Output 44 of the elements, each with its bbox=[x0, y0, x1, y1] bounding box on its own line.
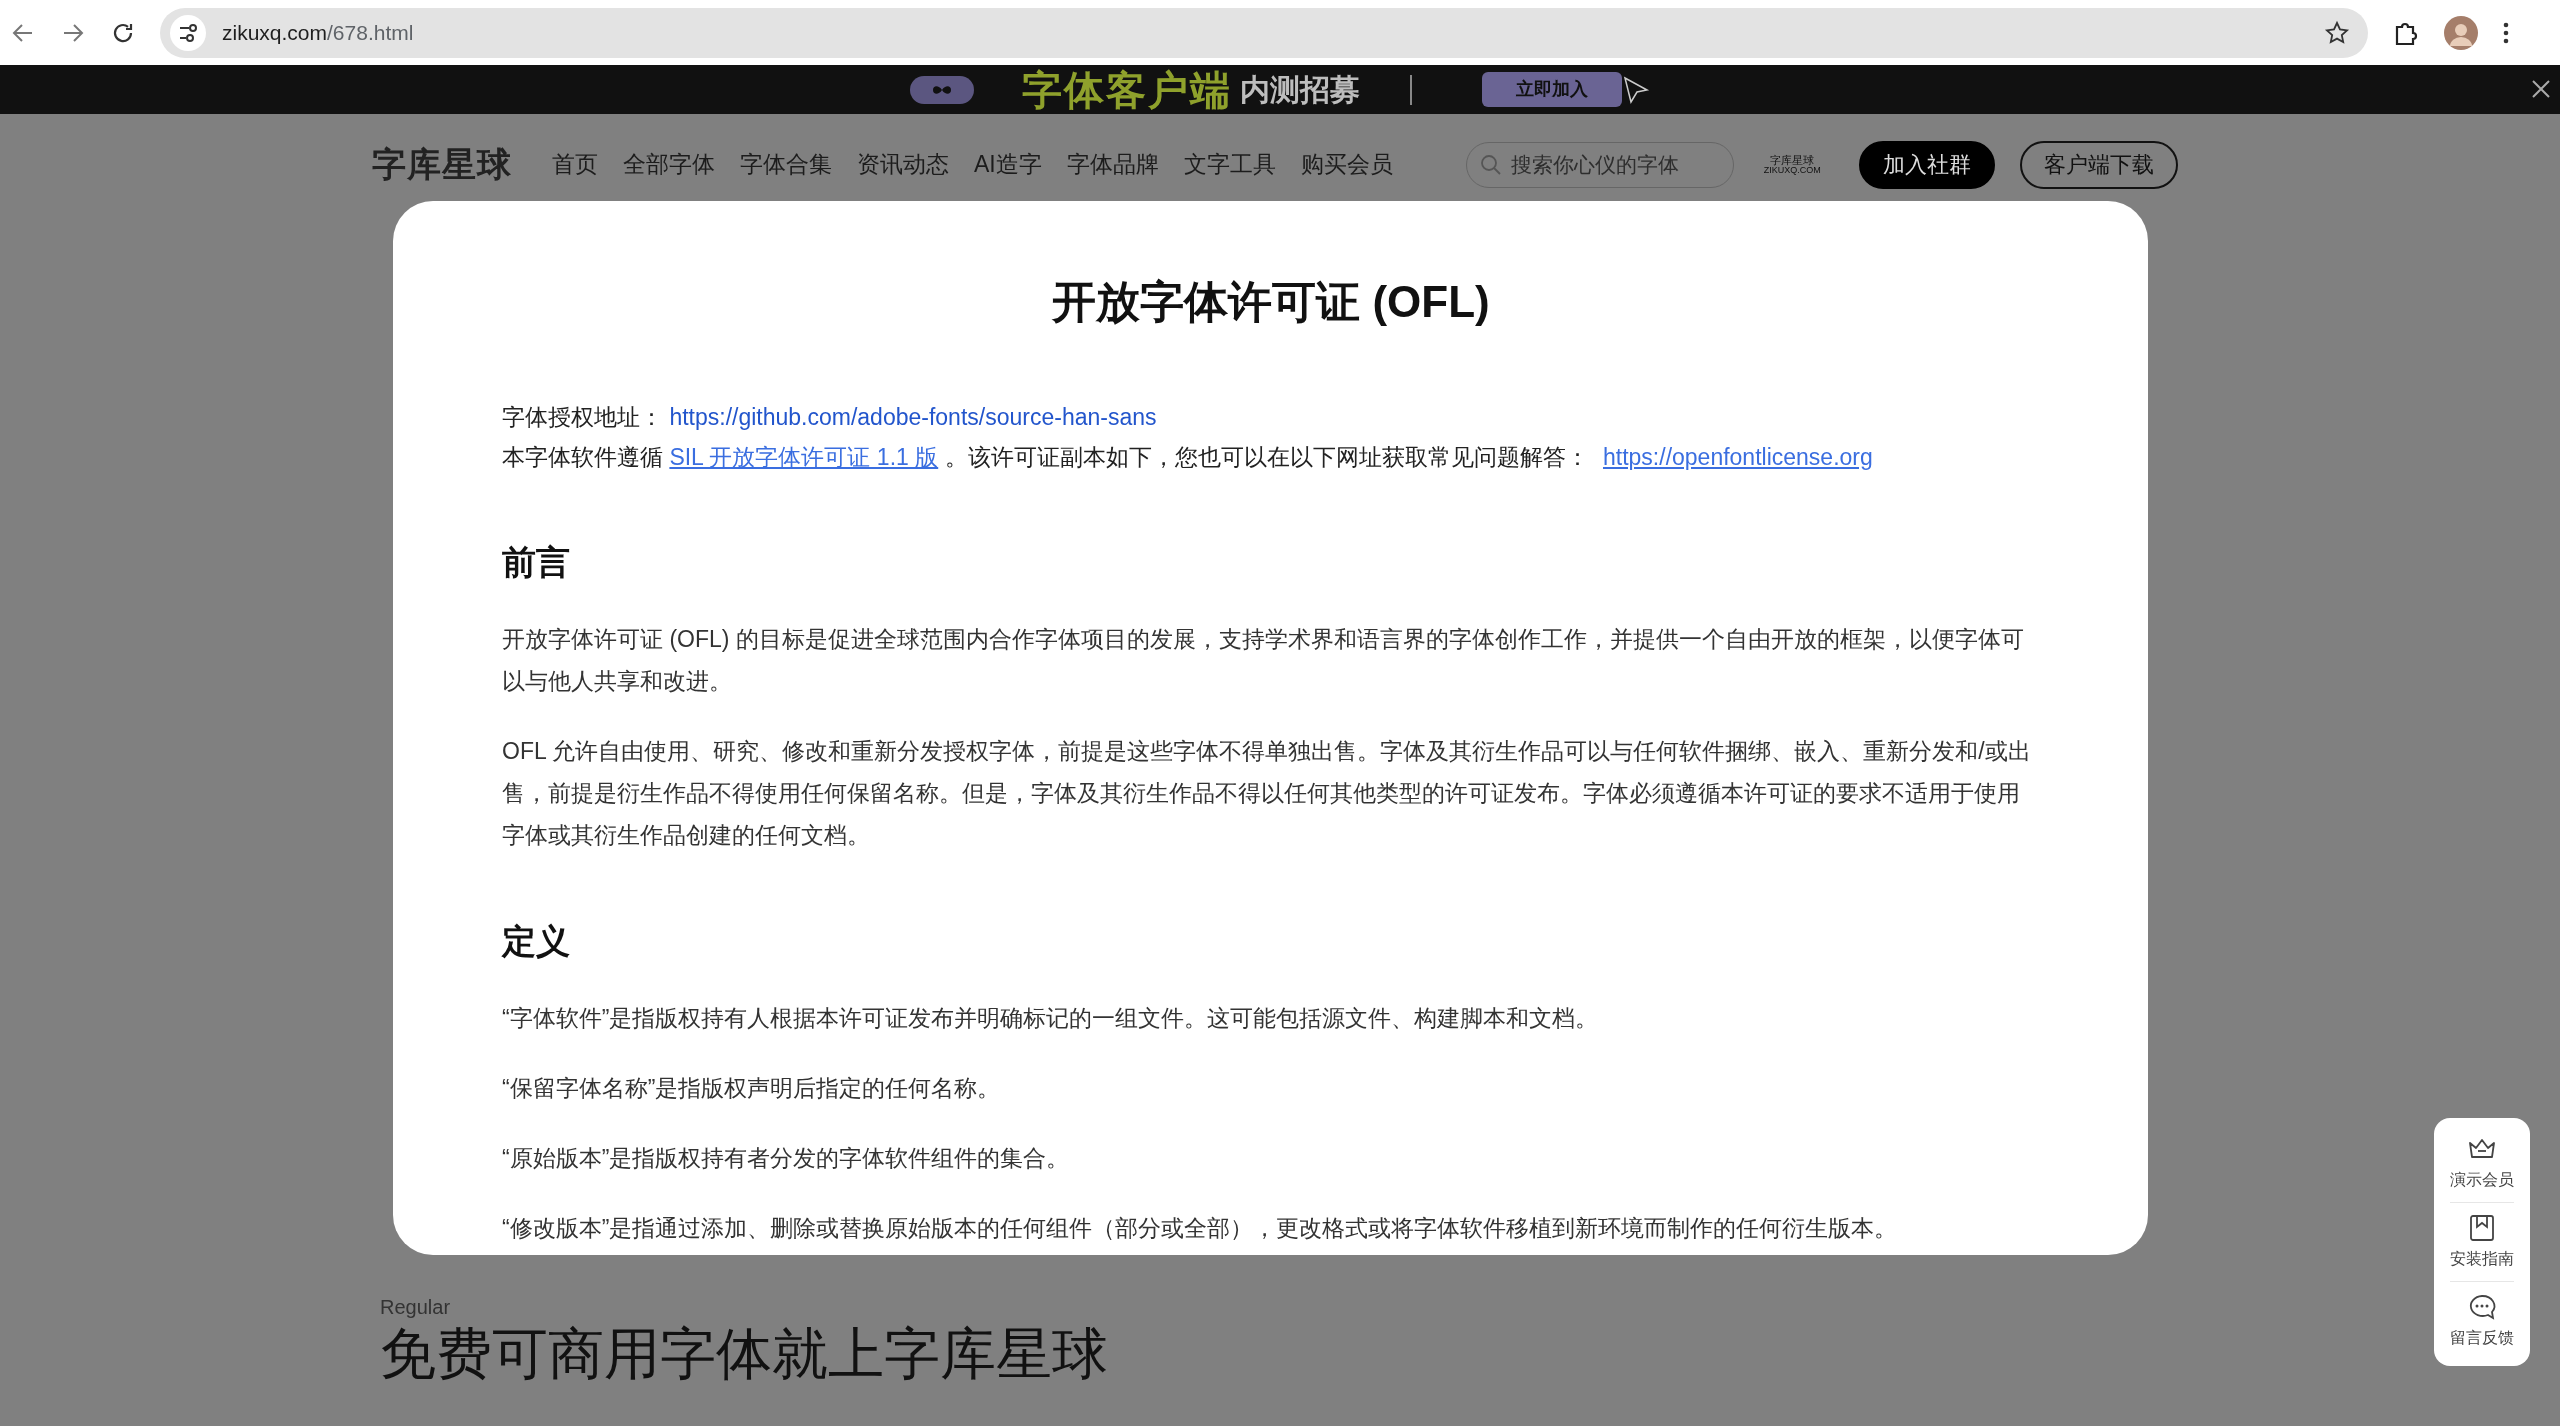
nav-link[interactable]: 字体合集 bbox=[740, 147, 832, 182]
paragraph: “保留字体名称”是指版权声明后指定的任何名称。 bbox=[502, 1074, 1002, 1103]
profile-avatar[interactable] bbox=[2444, 15, 2478, 50]
nav-link[interactable]: 购买会员 bbox=[1300, 147, 1393, 182]
join-now-button[interactable]: 立即加入 bbox=[1482, 72, 1622, 107]
paragraph: “字体软件”是指版权持有人根据本许可证发布并明确标记的一组文件。这可能包括源文件、构建脚本和文档。 bbox=[502, 1004, 1600, 1033]
nav-link[interactable]: 文字工具 bbox=[1183, 147, 1276, 182]
mini-logo-text: 字库星球 bbox=[1770, 154, 1815, 166]
nav-link[interactable]: 首页 bbox=[552, 147, 598, 182]
nav-link[interactable]: 字体品牌 bbox=[1066, 147, 1159, 182]
banner-subtitle: 内测招募 bbox=[1240, 72, 1360, 108]
star-icon[interactable] bbox=[2324, 19, 2350, 46]
close-icon[interactable] bbox=[2530, 78, 2552, 100]
paragraph: OFL 允许自由使用、研究、修改和重新分发授权字体，前提是这些字体不得单独出售。字体及其衍生作品可以与任何软件捆绑、嵌入、重新分发和/或出售，前提是衍生作品不得使用任何保留名称。但是，字体及其衍生作品不得以任何其他类型的许可证发布。字体必须遵循本许可证的要求不适用于使用字体或其衍生作品创建的任何文档。 bbox=[502, 737, 2032, 850]
dialog-title: 开放字体许可证 (OFL) bbox=[1051, 276, 1491, 328]
banner-title: 字体客户端 bbox=[1022, 66, 1232, 114]
nav-link[interactable]: AI造字 bbox=[974, 147, 1042, 182]
download-client-button[interactable]: 客户端下载 bbox=[2019, 140, 2178, 189]
section-heading: 前言 bbox=[502, 542, 571, 583]
site-logo[interactable]: 字库星球 bbox=[372, 139, 512, 190]
nav-link[interactable]: 资讯动态 bbox=[857, 147, 949, 182]
site-settings-icon[interactable] bbox=[170, 14, 206, 51]
search-icon bbox=[1479, 153, 1502, 176]
font-style-label: Regular bbox=[380, 1295, 452, 1320]
faq-link[interactable]: https://openfontlicense.org bbox=[1603, 444, 1873, 470]
nav-link[interactable]: 全部字体 bbox=[623, 147, 715, 182]
side-menu-item[interactable]: 安装指南 bbox=[2442, 1207, 2522, 1277]
section-heading: 定义 bbox=[502, 921, 571, 962]
license-link[interactable]: https://github.com/adobe-fonts/source-han-sans bbox=[669, 404, 1157, 430]
paragraph: 开放字体许可证 (OFL) 的目标是促进全球范围内合作字体项目的发展，支持学术界和语言界的字体创作工作，并提供一个自由开放的框架，以便字体可以与他人共享和改进。 bbox=[502, 625, 2025, 696]
paragraph: “原始版本”是指版权持有者分发的字体软件组件的集合。 bbox=[502, 1144, 1071, 1173]
join-group-button[interactable]: 加入社群 bbox=[1858, 140, 1995, 189]
side-menu-item[interactable]: 留言反馈 bbox=[2442, 1286, 2522, 1356]
license-intro-line: 本字体软件遵循 SIL 开放字体许可证 1.1 版 。该许可证副本如下，您也可以在以下网址获取常见问题解答： https://openfontlicense.org bbox=[502, 443, 1874, 472]
url-text: zikuxq.com/678.html bbox=[222, 19, 415, 46]
side-menu-item[interactable]: 演示会员 bbox=[2442, 1128, 2522, 1198]
paragraph: “修改版本”是指通过添加、删除或替换原始版本的任何组件（部分或全部），更改格式或将字体软件移植到新环境而制作的任何衍生版本。 bbox=[502, 1214, 1899, 1243]
mini-logo-domain: ZIKUXQ.COM bbox=[1763, 165, 1821, 175]
infinity-icon bbox=[931, 83, 953, 96]
search-field[interactable]: 搜索你心仪的字体 bbox=[1465, 141, 1734, 188]
ofl-link[interactable]: SIL 开放字体许可证 1.1 版 bbox=[669, 444, 939, 470]
license-address-line: 字体授权地址： https://github.com/adobe-fonts/source-han-sans bbox=[502, 403, 1158, 432]
page-heading: 免费可商用字体就上字库星球 bbox=[380, 1322, 1108, 1387]
address-bar[interactable]: zikuxq.com/678.html bbox=[160, 7, 2368, 58]
